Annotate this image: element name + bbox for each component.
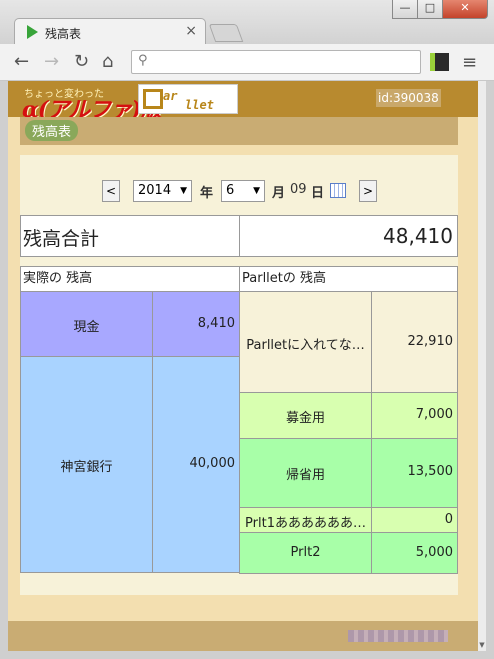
parllet-donation-amount: 7,000 — [371, 392, 458, 439]
user-id-badge: id:390038 — [376, 89, 441, 107]
month-select[interactable]: 6 ▼ — [221, 180, 265, 202]
month-label: 月 — [272, 186, 286, 201]
back-arrow-icon[interactable]: ← — [14, 51, 29, 73]
parllet-unassigned-name[interactable]: Parlletに入れてな… — [239, 291, 372, 393]
chevron-down-icon: ▼ — [253, 186, 260, 196]
footer-redacted-text — [348, 630, 448, 642]
new-tab-button[interactable] — [208, 24, 244, 42]
forward-arrow-icon[interactable]: → — [44, 51, 59, 73]
parllet-amount: 22,910 — [407, 334, 454, 349]
browser-tab[interactable]: 残高表 × — [14, 18, 206, 45]
tab-close-icon[interactable]: × — [185, 23, 197, 39]
day-label: 日 — [311, 186, 325, 201]
account-bank-name[interactable]: 神宮銀行 — [20, 356, 153, 573]
year-label: 年 — [200, 186, 214, 201]
page-favicon-icon — [27, 25, 38, 39]
year-select[interactable]: 2014 ▼ — [133, 180, 192, 202]
date-navigator: < 2014 ▼ 年 6 ▼ 月 09 日 > — [20, 179, 458, 203]
scroll-down-arrow-icon[interactable]: ▼ — [478, 641, 486, 651]
account-bank-amount: 40,000 — [152, 356, 240, 573]
account-amount: 8,410 — [197, 316, 235, 331]
browser-titlebar: 残高表 × — □ ✕ — [0, 0, 494, 45]
window-close-button[interactable]: ✕ — [442, 0, 488, 19]
extension-icon[interactable] — [430, 53, 449, 71]
parllet-prlt2-amount: 5,000 — [371, 532, 458, 574]
account-name: 神宮銀行 — [60, 460, 113, 475]
menu-hamburger-icon[interactable]: ≡ — [462, 52, 477, 73]
parllet-amount: 7,000 — [415, 407, 453, 422]
account-cash-name[interactable]: 現金 — [20, 291, 153, 357]
month-value: 6 — [226, 183, 235, 198]
account-amount: 40,000 — [189, 456, 236, 471]
parllet-unassigned-amount: 22,910 — [371, 291, 458, 393]
next-date-button[interactable]: > — [359, 180, 377, 202]
minimize-button[interactable]: — — [392, 0, 418, 19]
parllet-logo-mark — [143, 89, 163, 109]
parllet-name: Prlt2 — [290, 545, 321, 560]
breadcrumb: 残高表 — [20, 117, 458, 145]
parllet-logo[interactable]: ar llet — [138, 84, 238, 114]
parllet-balance-header-text: Parlletの 残高 — [242, 271, 327, 286]
maximize-button[interactable]: □ — [417, 0, 443, 19]
total-balance-value: 48,410 — [383, 224, 453, 248]
parllet-name: Parlletに入れてな… — [246, 338, 365, 353]
divider — [239, 216, 240, 256]
parllet-name: 帰省用 — [285, 468, 325, 483]
parllet-donation-name[interactable]: 募金用 — [239, 392, 372, 439]
parllet-amount: 0 — [444, 512, 453, 527]
parllet-prlt2-name[interactable]: Prlt2 — [239, 532, 372, 574]
day-value: 09 — [290, 182, 307, 197]
breadcrumb-balance-sheet[interactable]: 残高表 — [25, 120, 79, 141]
account-cash-amount: 8,410 — [152, 291, 240, 357]
reload-icon[interactable]: ↻ — [74, 51, 89, 73]
app-header: ちょっと変わった α(アルファ)版 ar llet id:390038 — [8, 81, 486, 123]
parllet-prlt1-amount: 0 — [371, 507, 458, 533]
total-balance: 残高合計 48,410 — [20, 215, 458, 257]
parllet-balance-header: Parlletの 残高 — [239, 266, 458, 292]
parllet-name: Prlt1ああああああ… — [245, 516, 366, 531]
real-balance-header-text: 実際の 残高 — [23, 271, 93, 286]
parllet-homecoming-amount: 13,500 — [371, 438, 458, 508]
balance-content: < 2014 ▼ 年 6 ▼ 月 09 日 > 残高合計 48,410 実際の … — [20, 155, 458, 595]
search-icon: ⚲ — [138, 53, 148, 68]
real-balance-header: 実際の 残高 — [20, 266, 240, 292]
year-value: 2014 — [138, 183, 172, 198]
parllet-logo-text-2: llet — [185, 98, 214, 112]
parllet-prlt1-name[interactable]: Prlt1ああああああ… — [239, 507, 372, 533]
parllet-name: 募金用 — [285, 411, 325, 426]
parllet-amount: 13,500 — [407, 464, 454, 479]
parllet-homecoming-name[interactable]: 帰省用 — [239, 438, 372, 508]
address-bar[interactable]: ⚲ — [131, 50, 421, 74]
calendar-icon[interactable] — [330, 183, 346, 198]
parllet-logo-text-1: ar — [163, 89, 178, 103]
account-name: 現金 — [73, 320, 100, 335]
parllet-amount: 5,000 — [415, 545, 453, 560]
total-balance-label: 残高合計 — [23, 228, 100, 250]
scrollbar[interactable] — [478, 81, 486, 651]
home-icon[interactable]: ⌂ — [102, 51, 113, 73]
balance-table: 実際の 残高 Parlletの 残高 現金 8,410 神宮銀行 40,000 … — [20, 266, 458, 574]
address-input[interactable] — [156, 53, 415, 71]
prev-date-button[interactable]: < — [102, 180, 120, 202]
page: ちょっと変わった α(アルファ)版 ar llet id:390038 残高表 … — [8, 81, 486, 651]
chevron-down-icon: ▼ — [180, 186, 187, 196]
footer — [8, 621, 486, 651]
browser-toolbar: ← → ↻ ⌂ ⚲ ≡ — [0, 44, 494, 81]
tab-title: 残高表 — [45, 27, 82, 41]
